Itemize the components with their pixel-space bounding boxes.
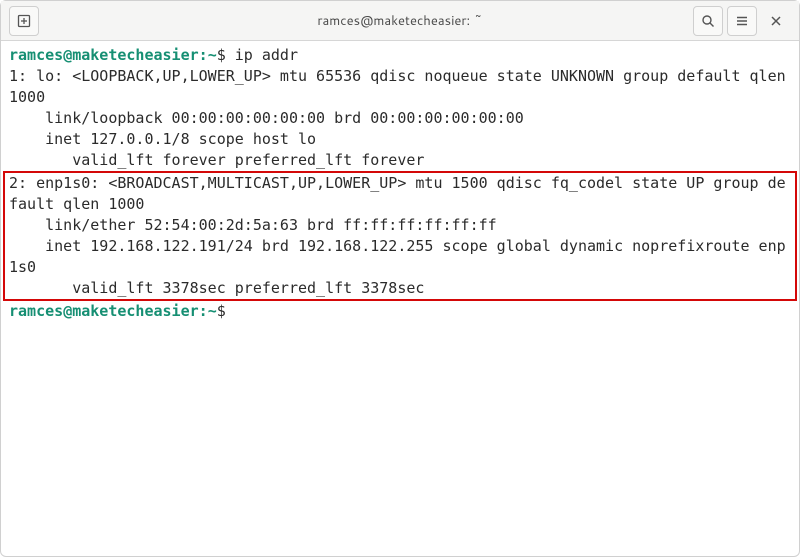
window-title: ramces@maketecheasier: ~ — [1, 12, 799, 30]
output-lo-header: 1: lo: <LOOPBACK,UP,LOWER_UP> mtu 65536 … — [9, 67, 795, 106]
prompt-user: ramces — [9, 46, 63, 64]
prompt-host: maketecheasier — [72, 302, 198, 320]
search-icon — [701, 14, 715, 28]
prompt-at: @ — [63, 302, 72, 320]
typed-command: ip addr — [235, 46, 298, 64]
prompt-colon: : — [199, 46, 208, 64]
search-button[interactable] — [693, 6, 723, 36]
prompt-line-1: ramces@maketecheasier:~$ ip addr — [9, 46, 298, 64]
output-enp1s0-inet: inet 192.168.122.191/24 brd 192.168.122.… — [9, 237, 786, 276]
prompt-path: ~ — [208, 46, 217, 64]
prompt-line-2: ramces@maketecheasier:~$ — [9, 302, 235, 320]
prompt-symbol: $ — [217, 302, 226, 320]
close-button[interactable] — [761, 6, 791, 36]
prompt-symbol: $ — [217, 46, 226, 64]
output-enp1s0-header: 2: enp1s0: <BROADCAST,MULTICAST,UP,LOWER… — [9, 174, 786, 213]
new-tab-button[interactable] — [9, 6, 39, 36]
prompt-at: @ — [63, 46, 72, 64]
output-enp1s0-link: link/ether 52:54:00:2d:5a:63 brd ff:ff:f… — [9, 216, 497, 234]
output-lo-link: link/loopback 00:00:00:00:00:00 brd 00:0… — [9, 109, 524, 127]
prompt-host: maketecheasier — [72, 46, 198, 64]
prompt-user: ramces — [9, 302, 63, 320]
hamburger-icon — [735, 14, 749, 28]
output-enp1s0-valid: valid_lft 3378sec preferred_lft 3378sec — [9, 279, 424, 297]
titlebar: ramces@maketecheasier: ~ — [1, 1, 799, 41]
output-lo-valid: valid_lft forever preferred_lft forever — [9, 151, 424, 169]
menu-button[interactable] — [727, 6, 757, 36]
highlighted-interface-block: 2: enp1s0: <BROADCAST,MULTICAST,UP,LOWER… — [3, 171, 797, 301]
output-lo-inet: inet 127.0.0.1/8 scope host lo — [9, 130, 316, 148]
close-icon — [770, 15, 782, 27]
prompt-colon: : — [199, 302, 208, 320]
new-tab-icon — [17, 14, 31, 28]
prompt-path: ~ — [208, 302, 217, 320]
terminal-area[interactable]: ramces@maketecheasier:~$ ip addr 1: lo: … — [1, 41, 799, 556]
